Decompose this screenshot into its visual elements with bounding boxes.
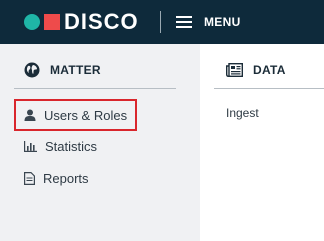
matter-title: MATTER [50, 63, 101, 77]
matter-divider [14, 88, 176, 89]
newspaper-icon [226, 63, 243, 77]
data-title: DATA [253, 63, 286, 77]
data-divider [214, 88, 324, 89]
nav-item-users-roles[interactable]: Users & Roles [14, 99, 137, 131]
globe-icon [24, 62, 40, 78]
menu-button[interactable]: MENU [176, 12, 241, 32]
nav-item-label: Reports [43, 170, 89, 186]
header-divider [160, 11, 161, 33]
data-panel: DATA Ingest [200, 44, 324, 241]
document-icon [24, 171, 35, 185]
top-bar: DISCO MENU [0, 0, 324, 44]
matter-section-header: MATTER [24, 60, 101, 80]
menu-label: MENU [204, 15, 241, 29]
nav-item-label: Statistics [45, 138, 98, 154]
logo-square-mark [44, 14, 60, 30]
data-section-header: DATA [226, 60, 286, 80]
matter-panel: MATTER Users & Roles Statistics Reports [0, 44, 200, 241]
user-icon [24, 109, 36, 121]
logo-circle-mark [24, 14, 40, 30]
disco-logo[interactable]: DISCO [24, 11, 139, 33]
hamburger-icon [176, 15, 192, 29]
nav-item-statistics[interactable]: Statistics [14, 130, 154, 162]
bar-chart-icon [24, 140, 37, 152]
nav-item-reports[interactable]: Reports [14, 162, 154, 194]
nav-item-label: Users & Roles [44, 107, 128, 123]
nav-item-ingest[interactable]: Ingest [226, 106, 259, 120]
logo-text: DISCO [64, 9, 139, 34]
